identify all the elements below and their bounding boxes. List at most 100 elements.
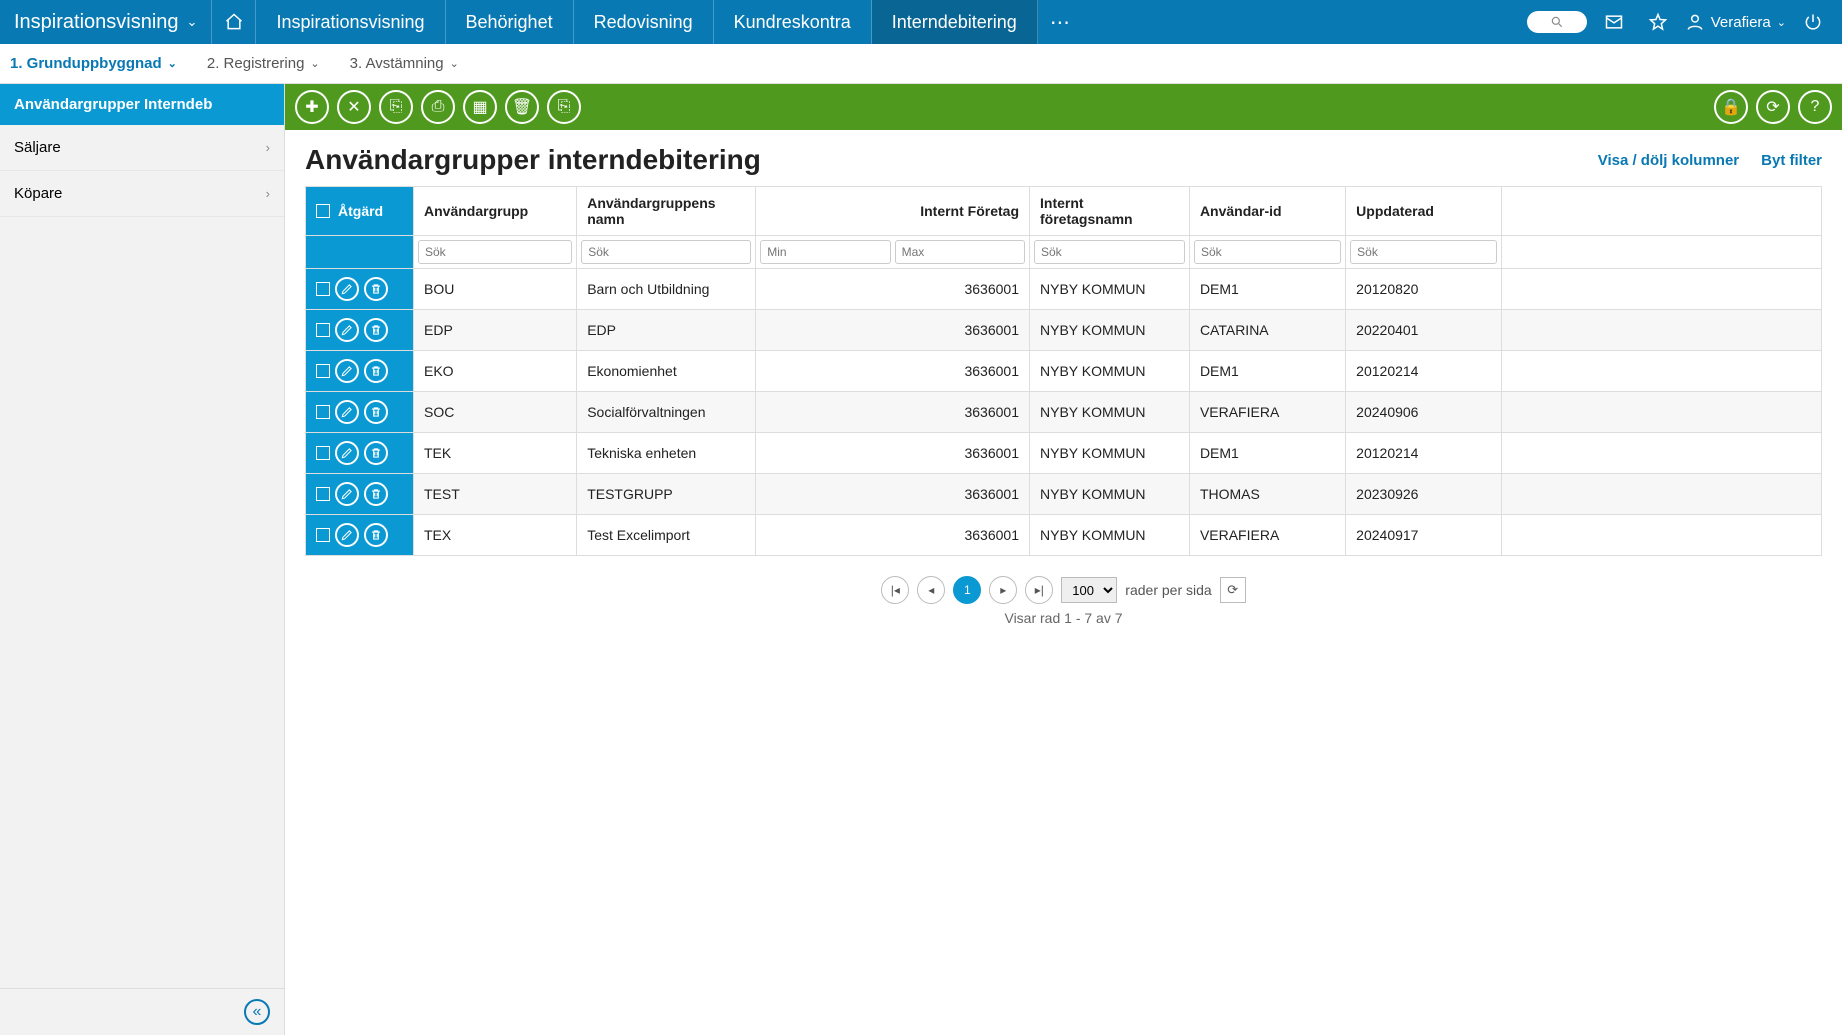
edit-button[interactable] (335, 359, 359, 383)
favorites-button[interactable] (1641, 5, 1675, 39)
page-number-current[interactable]: 1 (953, 576, 981, 604)
collapse-sidebar-button[interactable]: « (244, 999, 270, 1025)
delete-all-button[interactable]: 🗑 (505, 90, 539, 124)
trash-icon (369, 323, 383, 337)
subnav-item-1[interactable]: 2. Registrering ⌄ (207, 55, 320, 72)
lock-icon: 🔒 (1721, 97, 1741, 117)
edit-button[interactable] (335, 277, 359, 301)
pencil-icon (340, 528, 354, 542)
search-button[interactable] (1527, 11, 1587, 33)
toggle-columns-link[interactable]: Visa / dölj kolumner (1598, 152, 1739, 169)
change-filter-link[interactable]: Byt filter (1761, 152, 1822, 169)
settings-button[interactable]: ⟳ (1756, 90, 1790, 124)
cell-name: Tekniska enheten (577, 433, 756, 474)
cell-group: TEX (414, 515, 577, 556)
print-button[interactable]: ⎙ (421, 90, 455, 124)
edit-button[interactable] (335, 523, 359, 547)
filter-company-min[interactable] (760, 240, 890, 264)
pdf-export-button[interactable]: ⎘ (379, 90, 413, 124)
nav-tab-0[interactable]: Inspirationsvisning (256, 0, 445, 44)
cell-company-name: NYBY KOMMUN (1030, 433, 1190, 474)
app-title-dropdown[interactable]: Inspirationsvisning ⌄ (0, 0, 212, 44)
row-actions (306, 392, 414, 433)
table-row: EDP EDP 3636001 NYBY KOMMUN CATARINA 202… (306, 310, 1822, 351)
import-button[interactable]: ⎘ (547, 90, 581, 124)
page-prev-button[interactable]: ◂ (917, 576, 945, 604)
row-checkbox[interactable] (316, 487, 330, 501)
pencil-icon (340, 282, 354, 296)
page-last-button[interactable]: ▸| (1025, 576, 1053, 604)
filter-company-name[interactable] (1034, 240, 1185, 264)
delete-button[interactable] (364, 523, 388, 547)
nav-tab-1[interactable]: Behörighet (446, 0, 574, 44)
cell-user-id: DEM1 (1189, 433, 1345, 474)
select-all-checkbox[interactable] (316, 204, 330, 218)
delete-button[interactable] (364, 318, 388, 342)
row-checkbox[interactable] (316, 446, 330, 460)
lock-button[interactable]: 🔒 (1714, 90, 1748, 124)
sidebar-item-kopare[interactable]: Köpare › (0, 171, 284, 217)
sidebar-item-saljare[interactable]: Säljare › (0, 125, 284, 171)
add-button[interactable]: ✚ (295, 90, 329, 124)
delete-button[interactable] (364, 441, 388, 465)
filter-user-id[interactable] (1194, 240, 1341, 264)
col-group[interactable]: Användargrupp (414, 187, 577, 236)
cell-name: Ekonomienhet (577, 351, 756, 392)
page-next-button[interactable]: ▸ (989, 576, 1017, 604)
table-row: BOU Barn och Utbildning 3636001 NYBY KOM… (306, 269, 1822, 310)
delete-button[interactable] (364, 359, 388, 383)
nav-tab-4[interactable]: Interndebitering (872, 0, 1038, 44)
sub-navbar: 1. Grunduppbyggnad ⌄ 2. Registrering ⌄ 3… (0, 44, 1842, 84)
more-tabs-button[interactable]: ⋯ (1038, 10, 1082, 35)
col-company-name[interactable]: Internt företagsnamn (1030, 187, 1190, 236)
delete-button[interactable] (364, 482, 388, 506)
page-first-button[interactable]: |◂ (881, 576, 909, 604)
filter-group[interactable] (418, 240, 572, 264)
row-actions (306, 269, 414, 310)
row-checkbox[interactable] (316, 323, 330, 337)
col-action[interactable]: Åtgärd (306, 187, 414, 236)
cell-group: EDP (414, 310, 577, 351)
home-button[interactable] (212, 0, 256, 44)
pencil-icon (340, 446, 354, 460)
page-size-select[interactable]: 100 (1061, 577, 1117, 603)
logout-button[interactable] (1796, 5, 1830, 39)
messages-button[interactable] (1597, 5, 1631, 39)
excel-export-button[interactable]: ✕ (337, 90, 371, 124)
edit-button[interactable] (335, 400, 359, 424)
row-checkbox[interactable] (316, 282, 330, 296)
row-checkbox[interactable] (316, 364, 330, 378)
nav-tab-3[interactable]: Kundreskontra (714, 0, 872, 44)
col-updated[interactable]: Uppdaterad (1346, 187, 1502, 236)
delete-button[interactable] (364, 277, 388, 301)
last-icon: ▸| (1035, 583, 1044, 597)
col-company-no[interactable]: Internt Företag (756, 187, 1030, 236)
edit-button[interactable] (335, 441, 359, 465)
prev-icon: ◂ (928, 583, 934, 597)
top-navbar: Inspirationsvisning ⌄ Inspirationsvisnin… (0, 0, 1842, 44)
grid-button[interactable]: ▦ (463, 90, 497, 124)
cell-name: Socialförvaltningen (577, 392, 756, 433)
edit-button[interactable] (335, 318, 359, 342)
filter-name[interactable] (581, 240, 751, 264)
content-area: ✚ ✕ ⎘ ⎙ ▦ 🗑 ⎘ 🔒 ⟳ ? Användargrupper inte… (285, 84, 1842, 1035)
subnav-item-0[interactable]: 1. Grunduppbyggnad ⌄ (10, 55, 177, 72)
row-checkbox[interactable] (316, 405, 330, 419)
delete-button[interactable] (364, 400, 388, 424)
trash-icon: 🗑 (512, 97, 532, 117)
user-name: Verafiera (1711, 14, 1771, 31)
filter-updated[interactable] (1350, 240, 1497, 264)
help-button[interactable]: ? (1798, 90, 1832, 124)
first-icon: |◂ (891, 583, 900, 597)
user-menu[interactable]: Verafiera ⌄ (1685, 12, 1786, 32)
filter-company-max[interactable] (895, 240, 1025, 264)
edit-button[interactable] (335, 482, 359, 506)
col-name[interactable]: Användargruppens namn (577, 187, 756, 236)
refresh-icon: ⟳ (1227, 582, 1238, 598)
cell-updated: 20220401 (1346, 310, 1502, 351)
col-user-id[interactable]: Användar-id (1189, 187, 1345, 236)
nav-tab-2[interactable]: Redovisning (574, 0, 714, 44)
subnav-item-2[interactable]: 3. Avstämning ⌄ (350, 55, 459, 72)
row-checkbox[interactable] (316, 528, 330, 542)
refresh-button[interactable]: ⟳ (1220, 577, 1246, 603)
